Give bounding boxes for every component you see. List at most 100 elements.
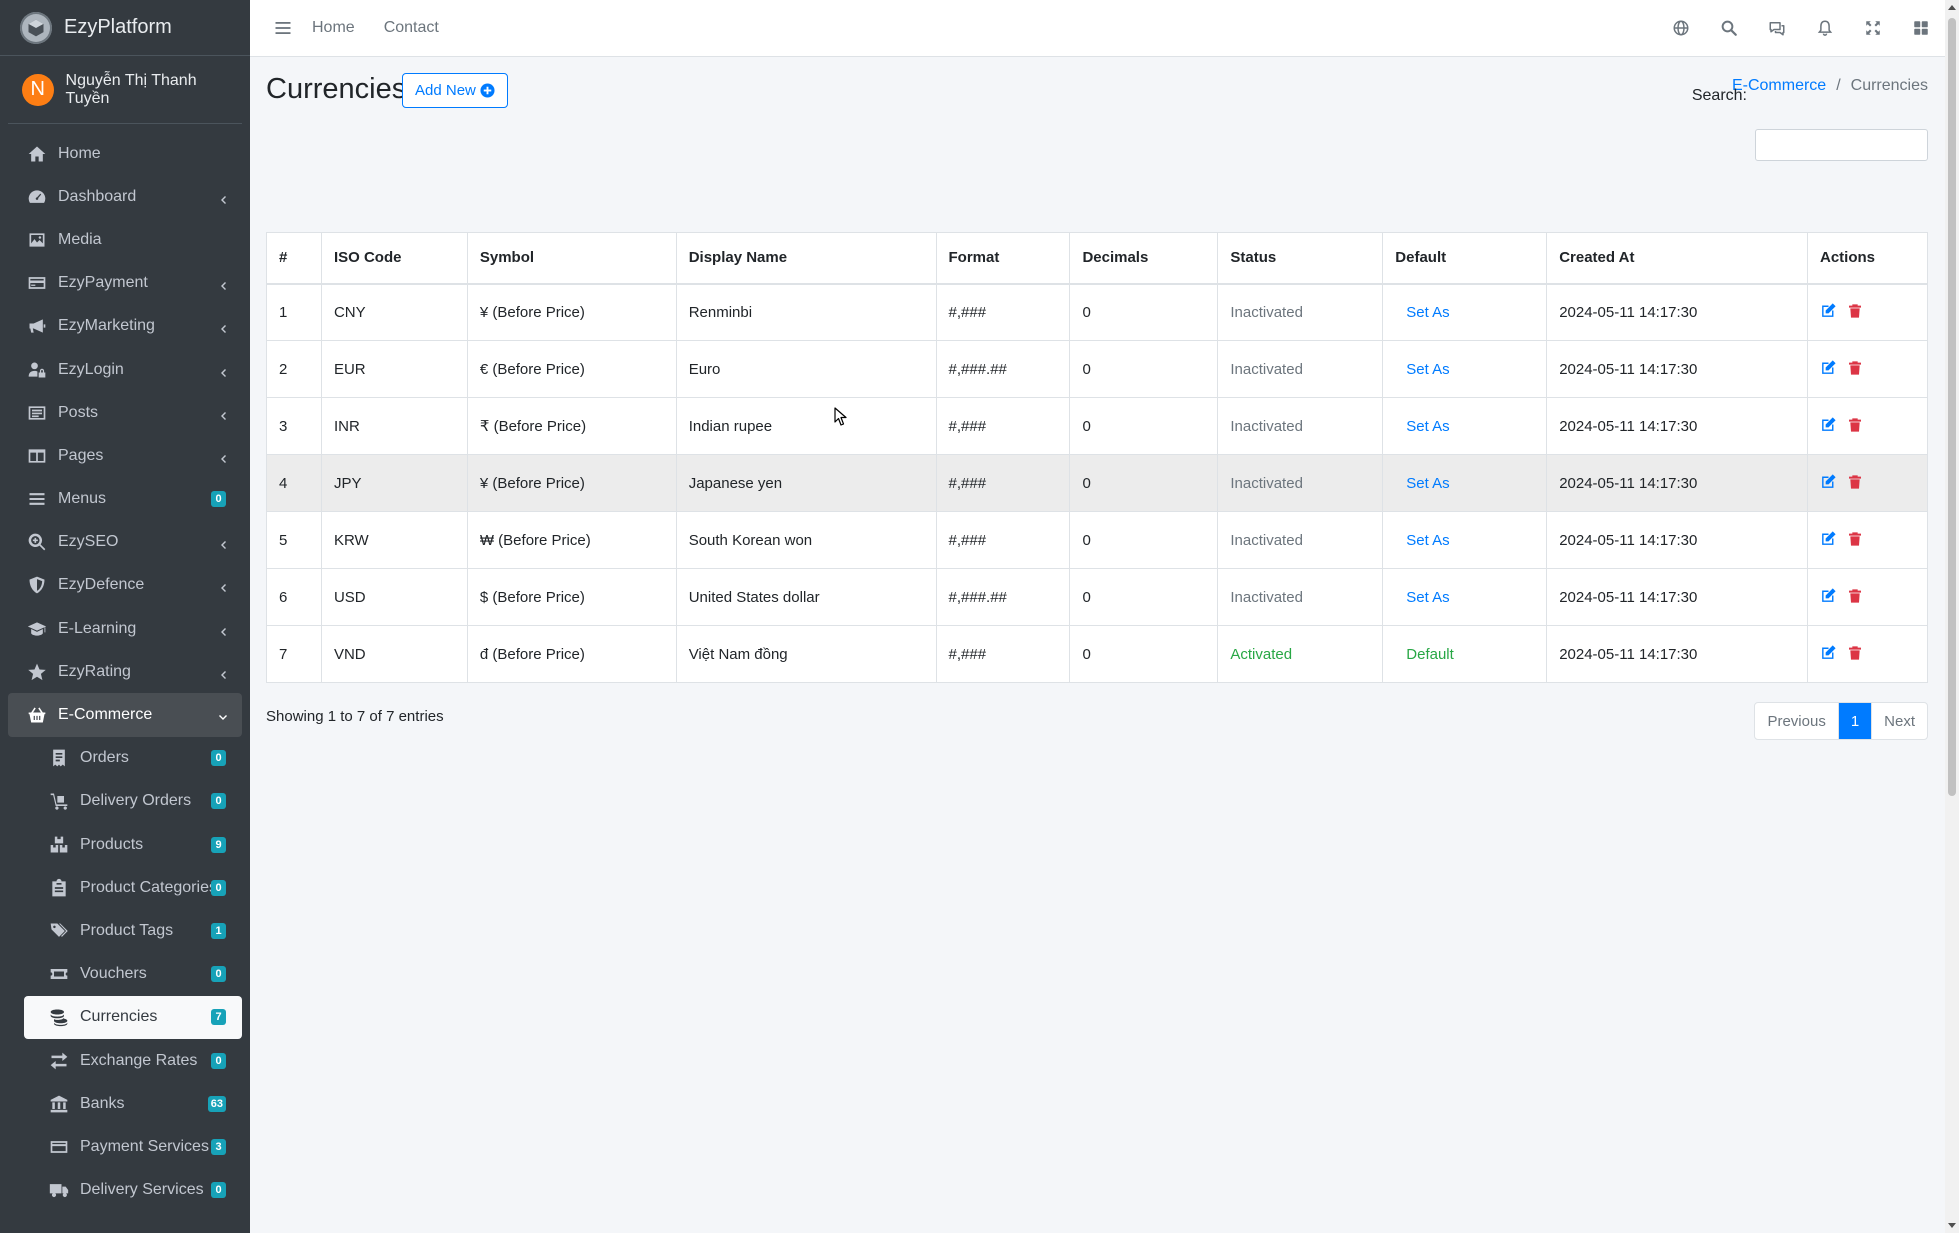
search-icon[interactable]: [1705, 0, 1753, 56]
column-header[interactable]: Format: [935, 232, 1071, 285]
column-header[interactable]: Symbol: [466, 232, 677, 285]
edit-icon[interactable]: [1820, 415, 1838, 433]
cell-symbol: đ (Before Price): [466, 625, 677, 683]
cell-name: South Korean won: [675, 511, 937, 569]
sidebar-item-product-tags[interactable]: Product Tags 1: [8, 909, 242, 952]
sidebar-item-delivery-orders[interactable]: Delivery Orders 0: [8, 780, 242, 823]
sidebar-item-products[interactable]: Products 9: [8, 823, 242, 866]
sidebar-item-label: EzySEO: [58, 533, 119, 551]
add-new-button[interactable]: Add New: [402, 73, 508, 108]
column-header[interactable]: ISO Code: [320, 232, 468, 285]
edit-icon[interactable]: [1820, 643, 1838, 661]
chevron-left-icon: [218, 537, 228, 550]
brand[interactable]: EzyPlatform: [0, 0, 250, 56]
sidebar-item-e-learning[interactable]: E-Learning: [8, 607, 242, 650]
user-lock-icon: [26, 359, 48, 381]
cell-symbol: ₹ (Before Price): [466, 397, 677, 455]
scrollbar-thumb[interactable]: [1948, 18, 1956, 796]
edit-icon[interactable]: [1820, 529, 1838, 547]
chevron-left-icon: [218, 624, 228, 636]
trash-icon[interactable]: [1846, 359, 1864, 377]
chevron-left-icon: [218, 451, 228, 463]
edit-icon[interactable]: [1820, 302, 1838, 320]
trash-icon[interactable]: [1846, 473, 1864, 491]
comments-icon[interactable]: [1753, 0, 1801, 56]
sidebar-item-menus[interactable]: Menus 0: [8, 478, 242, 521]
sidebar-item-dashboard[interactable]: Dashboard: [8, 175, 242, 218]
chevron-left-icon: [218, 365, 228, 377]
sidebar-item-ezylogin[interactable]: EzyLogin: [8, 348, 242, 391]
sidebar-item-label: Delivery Orders: [80, 792, 192, 810]
sidebar-item-media[interactable]: Media: [8, 218, 242, 261]
sidebar-item-e-commerce[interactable]: E-Commerce: [8, 693, 242, 737]
sidebar-item-payment-services[interactable]: Payment Services 3: [8, 1125, 242, 1168]
sidebar-item-pages[interactable]: Pages: [8, 434, 242, 477]
cell-created: 2024-05-11 14:17:30: [1546, 568, 1808, 626]
cell-actions: [1806, 454, 1929, 512]
sidebar-nav: Home Dashboard Media EzyPayment EzyMarketing…: [0, 124, 250, 1212]
table-header-row: # ISO Code Symbol Display Name Format Decimal…: [266, 232, 1929, 285]
column-header[interactable]: Display Name: [675, 232, 937, 285]
column-header[interactable]: Default: [1382, 232, 1548, 285]
set-as-default-link[interactable]: Set As: [1406, 589, 1449, 606]
pagination-previous[interactable]: Previous: [1755, 703, 1839, 739]
sidebar-item-ezypayment[interactable]: EzyPayment: [8, 262, 242, 305]
trash-icon[interactable]: [1846, 302, 1864, 320]
sidebar-item-product-categories[interactable]: Product Categories 0: [8, 866, 242, 909]
hamburger-menu-icon[interactable]: [272, 17, 294, 39]
edit-icon[interactable]: [1820, 358, 1838, 376]
sidebar-item-delivery-services[interactable]: Delivery Services 0: [8, 1169, 242, 1212]
home-icon: [26, 143, 48, 165]
sidebar-item-home[interactable]: Home: [8, 132, 242, 175]
fullscreen-icon[interactable]: [1849, 0, 1897, 56]
pagination-next[interactable]: Next: [1872, 703, 1927, 739]
column-header[interactable]: Actions: [1806, 232, 1929, 285]
sidebar-item-ezymarketing[interactable]: EzyMarketing: [8, 305, 242, 348]
column-header[interactable]: Status: [1217, 232, 1384, 285]
sidebar-item-posts[interactable]: Posts: [8, 391, 242, 434]
scroll-down-arrow-icon[interactable]: [1948, 1221, 1956, 1229]
top-link-home[interactable]: Home: [312, 19, 355, 37]
trash-icon[interactable]: [1846, 644, 1864, 662]
edit-icon[interactable]: [1820, 472, 1838, 490]
search-input[interactable]: [1755, 129, 1928, 161]
set-as-default-link[interactable]: Set As: [1406, 361, 1449, 378]
pagination-page-1[interactable]: 1: [1838, 703, 1873, 739]
set-as-default-link[interactable]: Set As: [1406, 418, 1449, 435]
set-as-default-link[interactable]: Set As: [1406, 475, 1449, 492]
cell-decimals-text: 0: [1082, 303, 1091, 321]
cell-created: 2024-05-11 14:17:30: [1546, 454, 1808, 512]
page-scrollbar[interactable]: [1945, 0, 1959, 1233]
grid-apps-icon[interactable]: [1897, 0, 1945, 56]
trash-icon[interactable]: [1846, 530, 1864, 548]
column-header[interactable]: #: [266, 232, 322, 285]
column-header[interactable]: Created At: [1546, 232, 1808, 285]
trash-icon[interactable]: [1846, 587, 1864, 605]
top-link-contact[interactable]: Contact: [384, 19, 439, 37]
trash-icon[interactable]: [1846, 416, 1864, 434]
sidebar-item-banks[interactable]: Banks 63: [8, 1082, 242, 1125]
sidebar-item-label: Products: [80, 835, 144, 853]
sidebar-item-ezydefence[interactable]: EzyDefence: [8, 564, 242, 607]
scroll-up-arrow-icon[interactable]: [1948, 4, 1956, 12]
chevron-left-icon: [218, 408, 228, 420]
sidebar-item-label: Banks: [80, 1094, 125, 1112]
sidebar-item-label: E-Learning: [58, 619, 137, 637]
sidebar-item-exchange-rates[interactable]: Exchange Rates 0: [8, 1039, 242, 1082]
user-panel[interactable]: N Nguyễn Thị Thanh Tuyền: [8, 56, 242, 124]
set-as-default-link[interactable]: Set As: [1406, 532, 1449, 549]
globe-icon[interactable]: [1657, 0, 1705, 56]
sidebar-item-orders[interactable]: Orders 0: [8, 737, 242, 780]
sidebar-item-vouchers[interactable]: Vouchers 0: [8, 953, 242, 996]
sidebar-item-currencies[interactable]: Currencies 7: [24, 995, 242, 1039]
edit-icon[interactable]: [1820, 586, 1838, 604]
set-as-default-link[interactable]: Set As: [1406, 304, 1449, 321]
bell-icon[interactable]: [1801, 0, 1849, 56]
sidebar-item-ezyseo[interactable]: EzySEO: [8, 521, 242, 564]
top-icons: [1657, 0, 1945, 56]
cell-symbol-text: ¥ (Before Price): [479, 303, 585, 321]
cell-format-text: #,###: [948, 417, 987, 435]
cell-symbol-text: ¥ (Before Price): [479, 474, 585, 492]
sidebar-item-ezyrating[interactable]: EzyRating: [8, 650, 242, 693]
column-header[interactable]: Decimals: [1069, 232, 1219, 285]
